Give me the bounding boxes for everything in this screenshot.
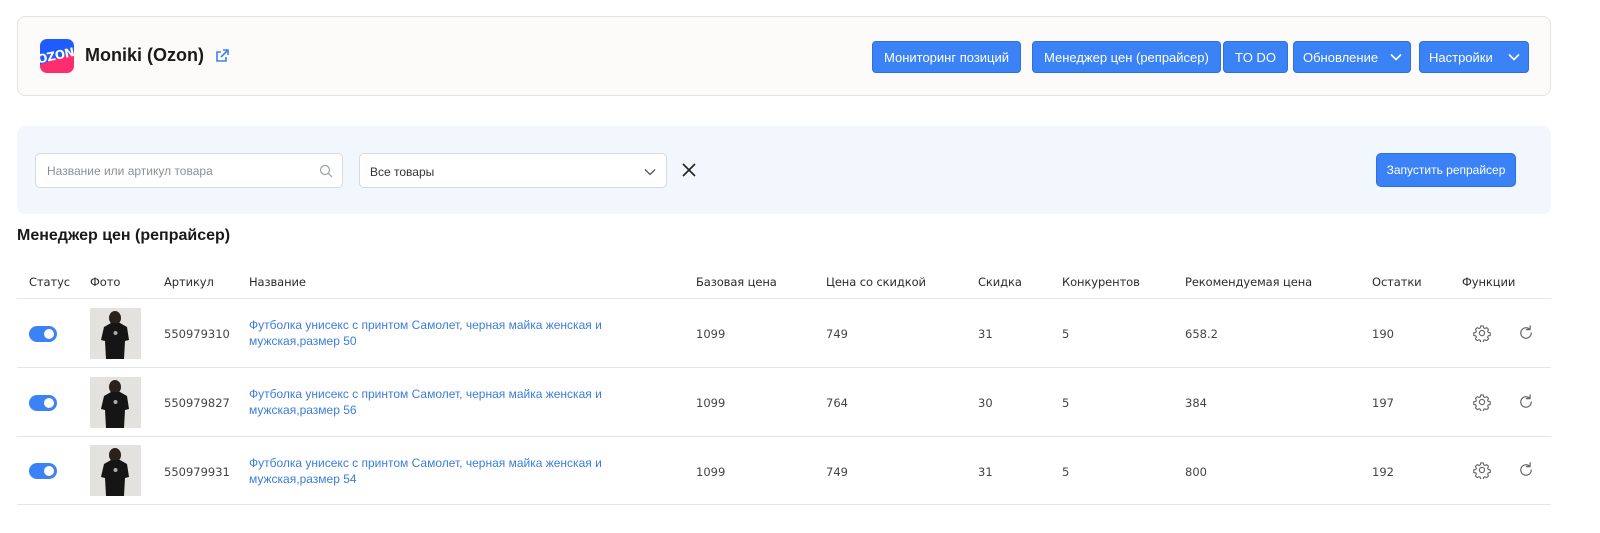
chevron-down-icon	[644, 169, 656, 176]
settings-dropdown-button[interactable]: Настройки	[1419, 41, 1529, 73]
ozon-logo-text: OZON	[40, 45, 74, 67]
monitoring-button[interactable]: Мониторинг позиций	[872, 41, 1022, 73]
table-row: 550979310 Футболка унисекс с принтом Сам…	[17, 298, 1551, 367]
gear-icon[interactable]	[1473, 461, 1491, 479]
table-row: 550979931 Футболка унисекс с принтом Сам…	[17, 436, 1551, 505]
discount-price-value: 749	[826, 327, 848, 341]
refresh-icon[interactable]	[1517, 393, 1535, 411]
table-row: 550979827 Футболка унисекс с принтом Сам…	[17, 367, 1551, 436]
product-name-line: Футболка унисекс с принтом Самолет, черн…	[249, 318, 602, 332]
status-toggle[interactable]	[29, 463, 57, 479]
recommended-price-value: 658.2	[1185, 327, 1218, 341]
close-icon[interactable]	[682, 163, 696, 177]
discount-value: 30	[978, 396, 993, 410]
search-box[interactable]	[35, 153, 343, 188]
search-icon	[319, 164, 333, 178]
update-dropdown-button[interactable]: Обновление	[1293, 41, 1411, 73]
discount-price-value: 749	[826, 465, 848, 479]
todo-button[interactable]: TO DO	[1223, 41, 1288, 73]
discount-value: 31	[978, 327, 993, 341]
sku-value: 550979931	[164, 465, 230, 479]
base-price-value: 1099	[696, 396, 726, 410]
store-name: Moniki (Ozon)	[85, 45, 204, 65]
competitors-value: 5	[1062, 465, 1070, 479]
recommended-price-value: 384	[1185, 396, 1207, 410]
run-repricer-button[interactable]: Запустить репрайсер	[1376, 153, 1516, 187]
filter-panel: Все товары Запустить репрайсер	[17, 126, 1551, 214]
column-header-name: Название	[249, 275, 306, 289]
product-name-link[interactable]: Футболка унисекс с принтом Самолет, черн…	[249, 386, 629, 418]
chevron-down-icon	[1390, 53, 1402, 61]
stock-value: 190	[1372, 327, 1394, 341]
tshirt-photo	[90, 445, 141, 496]
column-header-discount: Скидка	[978, 275, 1022, 289]
status-toggle[interactable]	[29, 395, 57, 411]
refresh-icon[interactable]	[1517, 461, 1535, 479]
competitors-value: 5	[1062, 327, 1070, 341]
product-photo[interactable]	[90, 377, 141, 428]
product-name-line: Футболка унисекс с принтом Самолет, черн…	[249, 387, 602, 401]
product-photo[interactable]	[90, 445, 141, 496]
repricer-button[interactable]: Менеджер цен (репрайсер)	[1032, 41, 1221, 73]
column-header-photo: Фото	[90, 275, 121, 289]
settings-label: Настройки	[1429, 49, 1493, 65]
stock-value: 197	[1372, 396, 1394, 410]
product-name-link[interactable]: Футболка унисекс с принтом Самолет, черн…	[249, 317, 629, 349]
column-header-discount-price: Цена со скидкой	[826, 275, 926, 289]
column-header-functions: Функции	[1462, 275, 1516, 289]
external-link-icon[interactable]	[215, 49, 229, 63]
refresh-icon[interactable]	[1517, 324, 1535, 342]
gear-icon[interactable]	[1473, 393, 1491, 411]
gear-icon[interactable]	[1473, 324, 1491, 342]
product-name-line: мужская,размер 50	[249, 334, 357, 348]
column-header-competitors: Конкурентов	[1062, 275, 1140, 289]
sku-value: 550979310	[164, 327, 230, 341]
column-header-recommended-price: Рекомендуемая цена	[1185, 275, 1313, 289]
tshirt-photo	[90, 308, 141, 359]
stock-value: 192	[1372, 465, 1394, 479]
status-toggle[interactable]	[29, 326, 57, 342]
product-name-line: Футболка унисекс с принтом Самолет, черн…	[249, 456, 602, 470]
discount-value: 31	[978, 465, 993, 479]
competitors-value: 5	[1062, 396, 1070, 410]
product-photo[interactable]	[90, 308, 141, 359]
column-header-sku: Артикул	[164, 275, 214, 289]
store-header-card: OZON Moniki (Ozon) Мониторинг позиций Ме…	[17, 16, 1551, 96]
product-filter-value: Все товары	[370, 165, 435, 179]
column-header-stock: Остатки	[1372, 275, 1422, 289]
discount-price-value: 764	[826, 396, 848, 410]
product-name-line: мужская,размер 56	[249, 403, 357, 417]
product-filter-select[interactable]: Все товары	[359, 153, 667, 188]
column-header-base-price: Базовая цена	[696, 275, 777, 289]
ozon-logo: OZON	[40, 39, 74, 73]
product-name-line: мужская,размер 54	[249, 472, 357, 486]
search-input[interactable]	[36, 154, 316, 187]
product-name-link[interactable]: Футболка унисекс с принтом Самолет, черн…	[249, 455, 629, 487]
base-price-value: 1099	[696, 465, 726, 479]
sku-value: 550979827	[164, 396, 230, 410]
base-price-value: 1099	[696, 327, 726, 341]
page-title: Менеджер цен (репрайсер)	[17, 227, 231, 244]
recommended-price-value: 800	[1185, 465, 1207, 479]
update-label: Обновление	[1303, 49, 1379, 65]
column-header-status: Статус	[29, 275, 71, 289]
tshirt-photo	[90, 377, 141, 428]
chevron-down-icon	[1508, 53, 1520, 61]
